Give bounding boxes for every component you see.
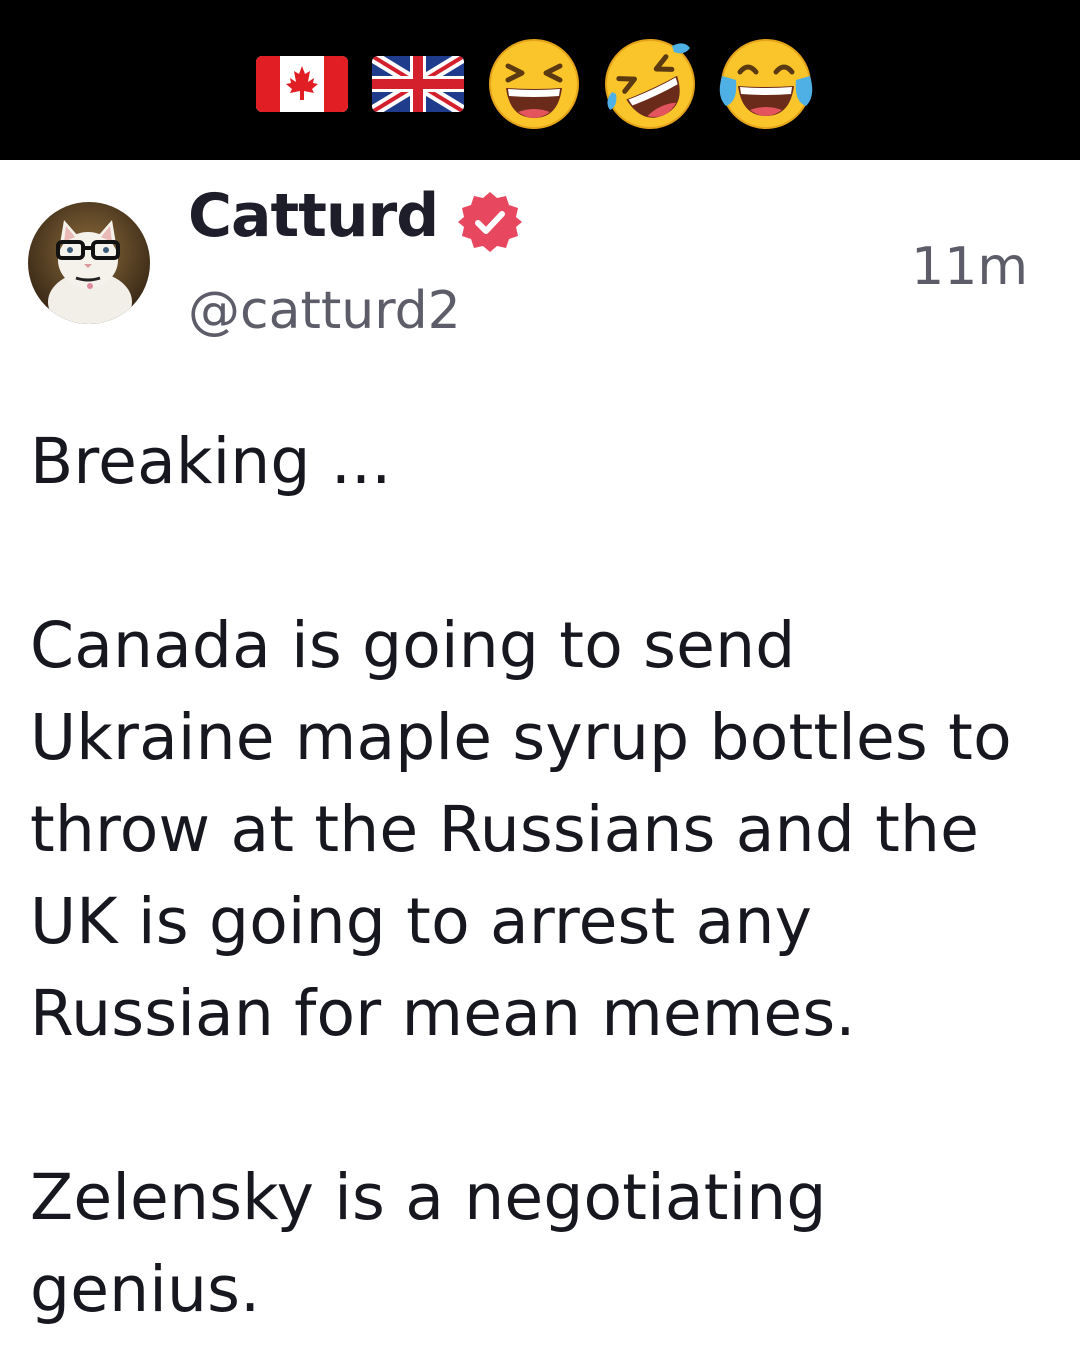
display-name[interactable]: Catturd [188, 178, 439, 254]
rolling-on-the-floor-laughing-icon [605, 39, 695, 129]
post-paragraph: Breaking ... [30, 425, 392, 498]
uk-flag-icon [372, 56, 464, 112]
post-card: Catturd @catturd2 11m Breaking ... Canad… [0, 160, 1080, 1364]
grinning-squinting-face-icon [489, 39, 579, 129]
verified-badge-icon [458, 192, 522, 252]
post-timestamp[interactable]: 11m [911, 234, 1028, 300]
post-body: Breaking ... Canada is going to send Ukr… [30, 416, 1040, 1336]
emoji-banner [0, 0, 1080, 160]
user-handle[interactable]: @catturd2 [188, 278, 461, 344]
emoji-row [254, 36, 824, 132]
post-paragraph: Canada is going to send Ukraine maple sy… [30, 609, 1012, 1050]
canada-flag-icon [256, 56, 348, 112]
post-paragraph: Zelensky is a negotiating genius. [30, 1161, 827, 1326]
face-with-tears-of-joy-icon [719, 39, 813, 129]
avatar[interactable] [28, 202, 150, 324]
